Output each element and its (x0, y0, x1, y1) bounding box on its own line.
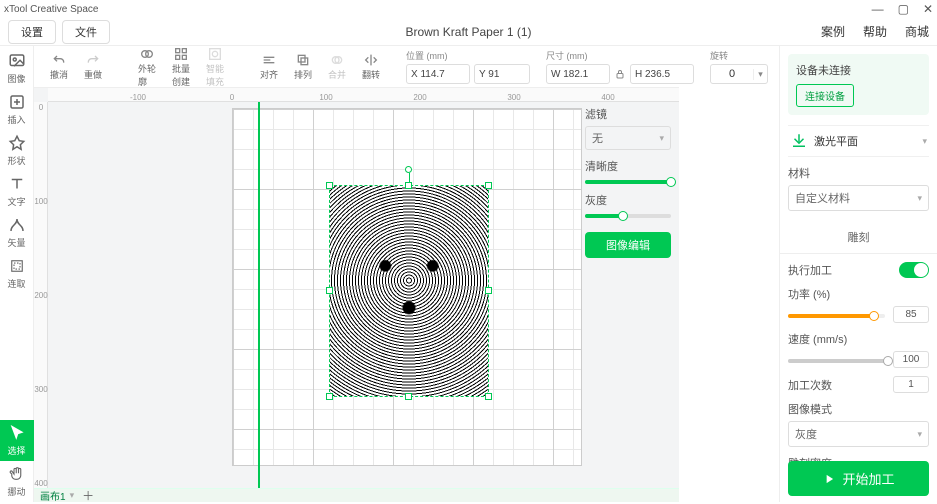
window-maximize-icon[interactable]: ▢ (898, 2, 909, 16)
tool-insert[interactable]: 插入 (0, 89, 34, 130)
tool-pan[interactable]: 挪动 (0, 461, 34, 502)
run-label: 执行加工 (788, 262, 832, 278)
engrave-tab[interactable]: 雕刻 (780, 221, 937, 254)
power-label: 功率 (%) (788, 286, 929, 302)
gray-label: 灰度 (585, 192, 671, 208)
image-mode-select[interactable]: 灰度▾ (788, 421, 929, 447)
right-panel: 设备未连接 连接设备 激光平面 ▾ 材料 自定义材料▾ 雕刻 执行加工 功率 (… (779, 46, 937, 502)
device-status: 设备未连接 (796, 62, 921, 78)
image-adjust-panel: 滤镜 无▾ 清晰度 灰度 图像编辑 (577, 88, 679, 268)
guide-line[interactable] (258, 102, 260, 488)
resize-handle[interactable] (326, 287, 333, 294)
resize-handle[interactable] (485, 287, 492, 294)
window-close-icon[interactable]: ✕ (923, 2, 933, 16)
help-link[interactable]: 帮助 (863, 23, 887, 40)
resize-handle[interactable] (326, 393, 333, 400)
tool-image[interactable]: 图像 (0, 48, 34, 89)
rotate-caption: 旋转 (710, 49, 728, 62)
resize-handle[interactable] (405, 182, 412, 189)
tool-code[interactable]: 连取 (0, 253, 34, 294)
lock-aspect-icon[interactable] (614, 68, 626, 80)
title-bar: xTool Creative Space — ▢ ✕ (0, 0, 937, 18)
image-mode-label: 图像模式 (788, 401, 929, 417)
selection-outline (330, 186, 488, 396)
canvas-tabs: 画布1 ▾ ＋ (34, 488, 679, 502)
laser-icon (790, 132, 808, 150)
rotate-field[interactable]: 0 ▾ (710, 64, 768, 84)
tab-menu-icon[interactable]: ▾ (70, 490, 75, 501)
redo-button[interactable]: 重做 (78, 50, 108, 83)
chevron-down-icon: ▾ (917, 193, 922, 204)
add-canvas-button[interactable]: ＋ (82, 487, 94, 504)
settings-button[interactable]: 设置 (8, 20, 56, 44)
power-slider[interactable] (788, 314, 885, 318)
filter-label: 滤镜 (585, 106, 671, 122)
flip-button[interactable]: 翻转 (356, 50, 386, 83)
menu-bar: 设置 文件 Brown Kraft Paper 1 (1) 案例 帮助 商城 (0, 18, 937, 46)
document-title: Brown Kraft Paper 1 (1) (116, 25, 821, 39)
position-y-field[interactable]: Y 91 (474, 64, 530, 84)
connect-device-button[interactable]: 连接设备 (796, 84, 854, 107)
chevron-down-icon: ▾ (922, 136, 927, 147)
store-link[interactable]: 商城 (905, 23, 929, 40)
position-x-field[interactable]: X 114.7 (406, 64, 470, 84)
resize-handle[interactable] (485, 182, 492, 189)
file-button[interactable]: 文件 (62, 20, 110, 44)
speed-value[interactable]: 100 (893, 351, 929, 368)
laser-mode-select[interactable]: 激光平面 ▾ (788, 125, 929, 157)
material-select[interactable]: 自定义材料▾ (788, 185, 929, 211)
top-toolbar: 撤消 重做 外轮廓 批量创建 智能填充 对齐 排列 合并 翻转 位置 (mm) … (34, 46, 679, 88)
image-edit-button[interactable]: 图像编辑 (585, 232, 671, 258)
start-process-button[interactable]: 开始加工 (788, 461, 929, 496)
arrange-button[interactable]: 排列 (288, 50, 318, 83)
sharpness-slider[interactable] (585, 180, 671, 184)
resize-handle[interactable] (326, 182, 333, 189)
tool-text[interactable]: 文字 (0, 171, 34, 212)
batch-create-button[interactable]: 批量创建 (166, 44, 196, 90)
selected-image[interactable] (330, 186, 488, 396)
speed-slider[interactable] (788, 359, 885, 363)
run-toggle[interactable] (899, 262, 929, 278)
tool-vector[interactable]: 矢量 (0, 212, 34, 253)
rotate-handle[interactable] (405, 166, 412, 173)
tool-shape[interactable]: 形状 (0, 130, 34, 171)
size-h-field[interactable]: H 236.5 (630, 64, 694, 84)
material-label: 材料 (788, 165, 929, 181)
left-tool-strip: 图像 插入 形状 文字 矢量 连取 选择 挪动 (0, 46, 34, 502)
chevron-down-icon: ▾ (917, 429, 922, 440)
resize-handle[interactable] (405, 393, 412, 400)
chevron-down-icon: ▾ (659, 133, 664, 144)
vertical-ruler: 0 100 200 300 400 (34, 102, 48, 488)
tool-select[interactable]: 选择 (0, 420, 34, 461)
passes-label: 加工次数 (788, 377, 832, 393)
app-title: xTool Creative Space (4, 4, 872, 15)
position-caption: 位置 (mm) (406, 49, 448, 62)
filter-select[interactable]: 无▾ (585, 126, 671, 150)
canvas-tab-1[interactable]: 画布1 (40, 488, 66, 503)
size-w-field[interactable]: W 182.1 (546, 64, 610, 84)
gray-slider[interactable] (585, 214, 671, 218)
sharpness-label: 清晰度 (585, 158, 671, 174)
play-icon (822, 472, 836, 486)
resize-handle[interactable] (485, 393, 492, 400)
power-value[interactable]: 85 (893, 306, 929, 323)
speed-label: 速度 (mm/s) (788, 331, 929, 347)
cases-link[interactable]: 案例 (821, 23, 845, 40)
window-minimize-icon[interactable]: — (872, 2, 884, 16)
combine-button[interactable]: 合并 (322, 50, 352, 83)
device-box: 设备未连接 连接设备 (788, 54, 929, 115)
align-button[interactable]: 对齐 (254, 50, 284, 83)
outline-button[interactable]: 外轮廓 (132, 44, 162, 90)
smart-fill-button[interactable]: 智能填充 (200, 44, 230, 90)
undo-button[interactable]: 撤消 (44, 50, 74, 83)
size-caption: 尺寸 (mm) (546, 49, 588, 62)
rotate-stepper-icon[interactable]: ▾ (753, 69, 767, 80)
passes-value[interactable]: 1 (893, 376, 929, 393)
